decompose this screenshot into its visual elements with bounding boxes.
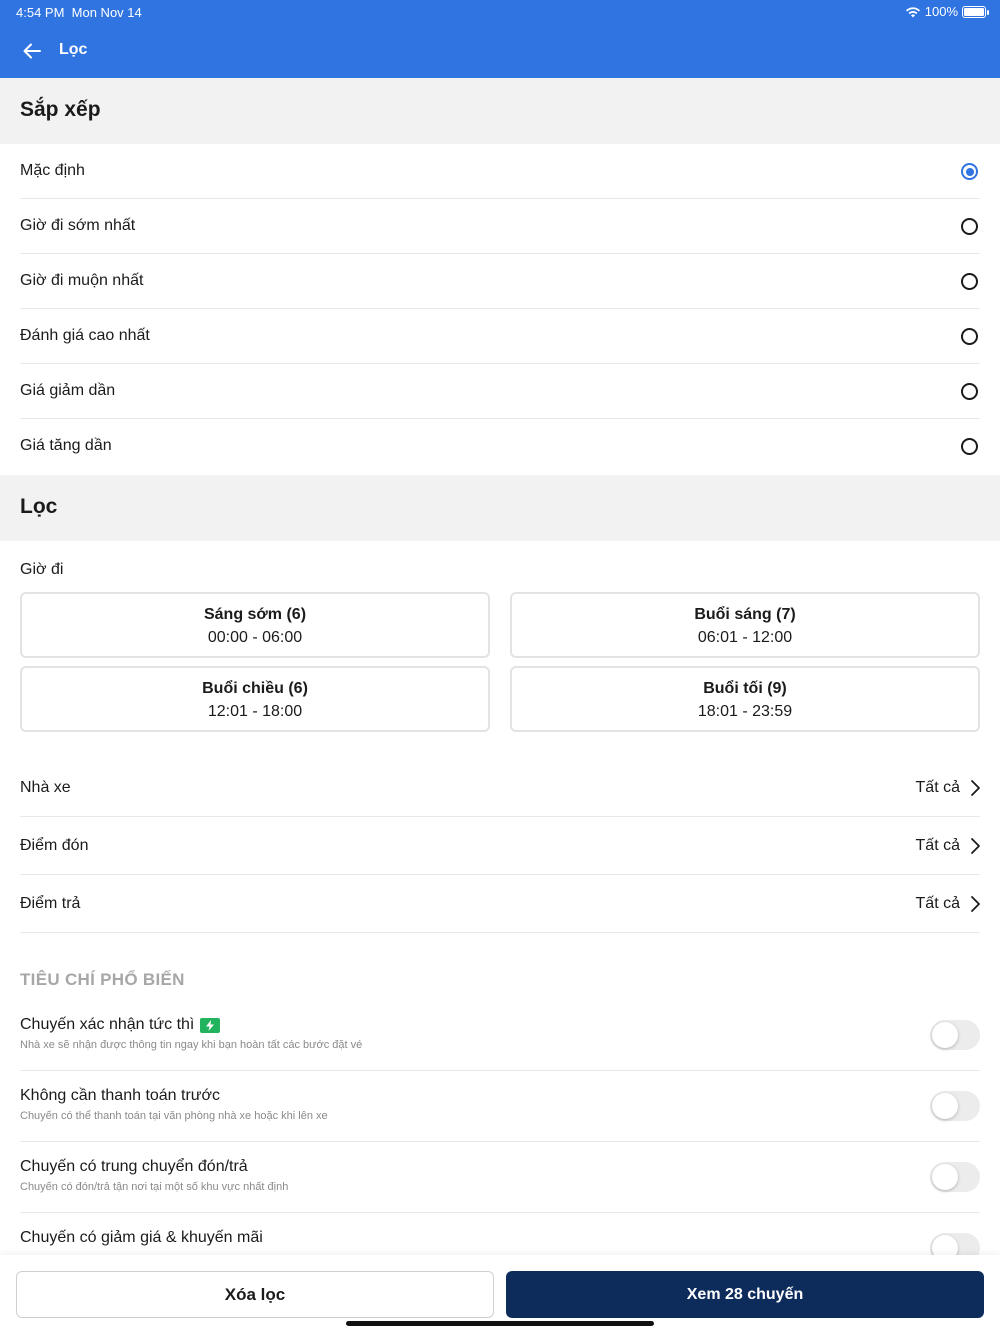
radio-selected-icon[interactable] xyxy=(961,163,978,180)
sort-option-label: Giờ đi muộn nhất xyxy=(20,272,144,289)
instant-confirm-toggle[interactable] xyxy=(930,1020,980,1050)
filter-row-label: Điểm đón xyxy=(20,837,89,854)
criteria-description: Chuyến có thể thanh toán tại văn phòng n… xyxy=(20,1110,328,1122)
time-slot-range: 06:01 - 12:00 xyxy=(697,629,793,646)
battery-icon xyxy=(962,5,989,18)
time-slot-evening[interactable]: Buổi tối (9) 18:01 - 23:59 xyxy=(510,666,980,732)
radio-icon[interactable] xyxy=(961,218,978,235)
filter-row-operator[interactable]: Nhà xe Tất cả xyxy=(0,759,1000,817)
popular-criteria-title: TIÊU CHÍ PHỔ BIẾN xyxy=(20,970,185,989)
toggle-knob xyxy=(932,1022,958,1048)
criteria-label: Chuyến có giảm giá & khuyến mãi xyxy=(20,1229,263,1246)
time-slot-range: 18:01 - 23:59 xyxy=(697,703,793,720)
sort-option-price-desc[interactable]: Giá giảm dần xyxy=(0,364,1000,419)
instant-confirm-icon xyxy=(200,1017,221,1033)
sort-option-default[interactable]: Mặc định xyxy=(0,144,1000,199)
wifi-icon xyxy=(905,6,920,17)
top-app-bar: 4:54 PM Mon Nov 14 100% Lọc xyxy=(0,0,1000,78)
time-slot-title: Buổi tối (9) xyxy=(703,680,787,697)
chevron-right-icon xyxy=(971,780,980,796)
time-slot-range: 12:01 - 18:00 xyxy=(207,703,303,720)
sort-option-label: Giá tăng dần xyxy=(20,437,112,454)
time-slot-early-morning[interactable]: Sáng sớm (6) 00:00 - 06:00 xyxy=(20,592,490,658)
filter-row-label: Nhà xe xyxy=(20,779,71,796)
transfer-toggle[interactable] xyxy=(930,1162,980,1192)
filter-row-value: Tất cả xyxy=(915,779,960,796)
filter-row-value: Tất cả xyxy=(915,837,960,854)
no-prepay-toggle[interactable] xyxy=(930,1091,980,1121)
sort-option-label: Đánh giá cao nhất xyxy=(20,327,150,344)
bottom-action-bar: Xóa lọc Xem 28 chuyến xyxy=(0,1255,1000,1334)
clear-filter-button[interactable]: Xóa lọc xyxy=(16,1271,494,1318)
status-bar-clock: 4:54 PM Mon Nov 14 xyxy=(16,5,142,20)
divider xyxy=(20,932,980,933)
battery-percent: 100% xyxy=(924,4,958,19)
sort-section-header: Sắp xếp xyxy=(0,78,1000,144)
sort-option-latest[interactable]: Giờ đi muộn nhất xyxy=(0,254,1000,309)
criteria-description: Chuyến có đón/trả tận nơi tại một số khu… xyxy=(20,1181,289,1193)
toggle-knob xyxy=(932,1164,958,1190)
page-title: Lọc xyxy=(59,41,88,58)
status-time: 4:54 PM xyxy=(16,5,65,20)
sort-section-title: Sắp xếp xyxy=(20,98,101,121)
criteria-no-prepay: Không cần thanh toán trước Chuyến có thể… xyxy=(0,1071,1000,1142)
filter-row-label: Điểm trả xyxy=(20,895,81,912)
time-slot-title: Buổi sáng (7) xyxy=(694,606,796,623)
time-slot-morning[interactable]: Buổi sáng (7) 06:01 - 12:00 xyxy=(510,592,980,658)
filter-section-header: Lọc xyxy=(0,475,1000,541)
status-bar-right: 100% xyxy=(905,4,989,19)
radio-icon[interactable] xyxy=(961,328,978,345)
sort-option-price-asc[interactable]: Giá tăng dần xyxy=(0,419,1000,474)
criteria-label: Chuyến xác nhận tức thì xyxy=(20,1016,195,1033)
sort-option-earliest[interactable]: Giờ đi sớm nhất xyxy=(0,199,1000,254)
sort-option-label: Giá giảm dần xyxy=(20,382,116,399)
criteria-description: Nhà xe sẽ nhận được thông tin ngay khi b… xyxy=(20,1039,363,1051)
time-slot-title: Buổi chiều (6) xyxy=(202,680,308,697)
filter-row-dropoff[interactable]: Điểm trả Tất cả xyxy=(0,875,1000,933)
back-button[interactable] xyxy=(18,38,46,64)
radio-icon[interactable] xyxy=(961,273,978,290)
filter-row-value: Tất cả xyxy=(915,895,960,912)
time-slot-range: 00:00 - 06:00 xyxy=(207,629,303,646)
filter-row-pickup[interactable]: Điểm đón Tất cả xyxy=(0,817,1000,875)
radio-icon[interactable] xyxy=(961,438,978,455)
sort-option-top-rated[interactable]: Đánh giá cao nhất xyxy=(0,309,1000,364)
sort-option-label: Giờ đi sớm nhất xyxy=(20,217,136,234)
chevron-right-icon xyxy=(971,838,980,854)
chevron-right-icon xyxy=(971,896,980,912)
criteria-label: Chuyến có trung chuyển đón/trả xyxy=(20,1158,248,1175)
filter-section-title: Lọc xyxy=(20,495,58,518)
time-slot-afternoon[interactable]: Buổi chiều (6) 12:01 - 18:00 xyxy=(20,666,490,732)
status-date: Mon Nov 14 xyxy=(71,5,142,20)
criteria-label-wrap: Chuyến xác nhận tức thì xyxy=(20,1016,221,1034)
radio-icon[interactable] xyxy=(961,383,978,400)
criteria-instant-confirm: Chuyến xác nhận tức thì Nhà xe sẽ nhận đ… xyxy=(0,1000,1000,1071)
criteria-label: Không cần thanh toán trước xyxy=(20,1087,220,1104)
criteria-transfer: Chuyến có trung chuyển đón/trả Chuyến có… xyxy=(0,1142,1000,1213)
home-indicator xyxy=(346,1321,654,1326)
departure-time-label: Giờ đi xyxy=(20,561,64,578)
time-slot-title: Sáng sớm (6) xyxy=(203,606,307,623)
arrow-left-icon xyxy=(23,43,41,59)
toggle-knob xyxy=(932,1093,958,1119)
view-trips-button[interactable]: Xem 28 chuyến xyxy=(506,1271,984,1318)
sort-option-label: Mặc định xyxy=(20,162,85,179)
